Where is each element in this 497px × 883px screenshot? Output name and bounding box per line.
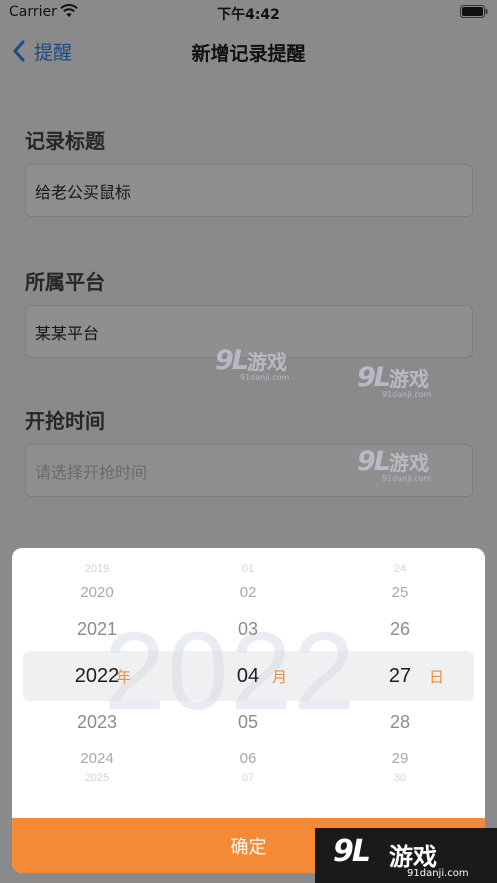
- year-option[interactable]: 2025: [37, 772, 157, 784]
- month-option[interactable]: 03: [188, 619, 308, 640]
- day-option[interactable]: 30: [340, 772, 460, 784]
- battery-icon: [460, 5, 488, 18]
- month-option[interactable]: 07: [188, 772, 308, 784]
- watermark-logo: 9L游戏 91danji.com: [215, 345, 290, 382]
- logo-mark: 9L: [333, 834, 371, 869]
- record-title-section: 记录标题 给老公买鼠标: [25, 125, 473, 217]
- month-option[interactable]: 05: [188, 712, 308, 733]
- nav-bar: 提醒 新增记录提醒: [0, 28, 497, 72]
- month-option[interactable]: 02: [188, 584, 308, 601]
- year-option-selected[interactable]: 2022: [37, 665, 157, 688]
- day-option[interactable]: 26: [340, 619, 460, 640]
- day-option[interactable]: 28: [340, 712, 460, 733]
- month-option[interactable]: 06: [188, 750, 308, 767]
- corner-watermark-logo: 9L 游戏 91danji.com: [315, 828, 497, 883]
- month-unit-label: 月: [272, 668, 288, 686]
- record-title-input[interactable]: 给老公买鼠标: [25, 164, 473, 217]
- year-option[interactable]: 2019: [37, 563, 157, 575]
- year-option[interactable]: 2020: [37, 584, 157, 601]
- watermark-logo: 9L游戏 91danji.com: [357, 446, 432, 483]
- year-option[interactable]: 2024: [37, 750, 157, 767]
- month-option[interactable]: 01: [188, 563, 308, 575]
- logo-text: 游戏: [389, 843, 437, 871]
- record-title-label: 记录标题: [25, 129, 105, 153]
- platform-label: 所属平台: [25, 270, 105, 294]
- day-option[interactable]: 25: [340, 584, 460, 601]
- day-option[interactable]: 24: [340, 563, 460, 575]
- day-unit-label: 日: [429, 668, 445, 686]
- status-bar: Carrier 下午4:42: [0, 0, 497, 26]
- logo-site: 91danji.com: [407, 868, 469, 879]
- month-option-selected[interactable]: 04: [188, 665, 308, 688]
- year-option[interactable]: 2021: [37, 619, 157, 640]
- year-unit-label: 年: [116, 668, 132, 686]
- watermark-logo: 9L游戏 91danji.com: [357, 362, 432, 399]
- day-option[interactable]: 29: [340, 750, 460, 767]
- start-time-label: 开抢时间: [25, 409, 105, 433]
- year-option[interactable]: 2023: [37, 712, 157, 733]
- status-time: 下午4:42: [217, 7, 280, 23]
- page-title: 新增记录提醒: [191, 43, 306, 65]
- date-picker-sheet: 2022 2019 2020 2021 2022 2023 2024 2025 …: [12, 548, 485, 873]
